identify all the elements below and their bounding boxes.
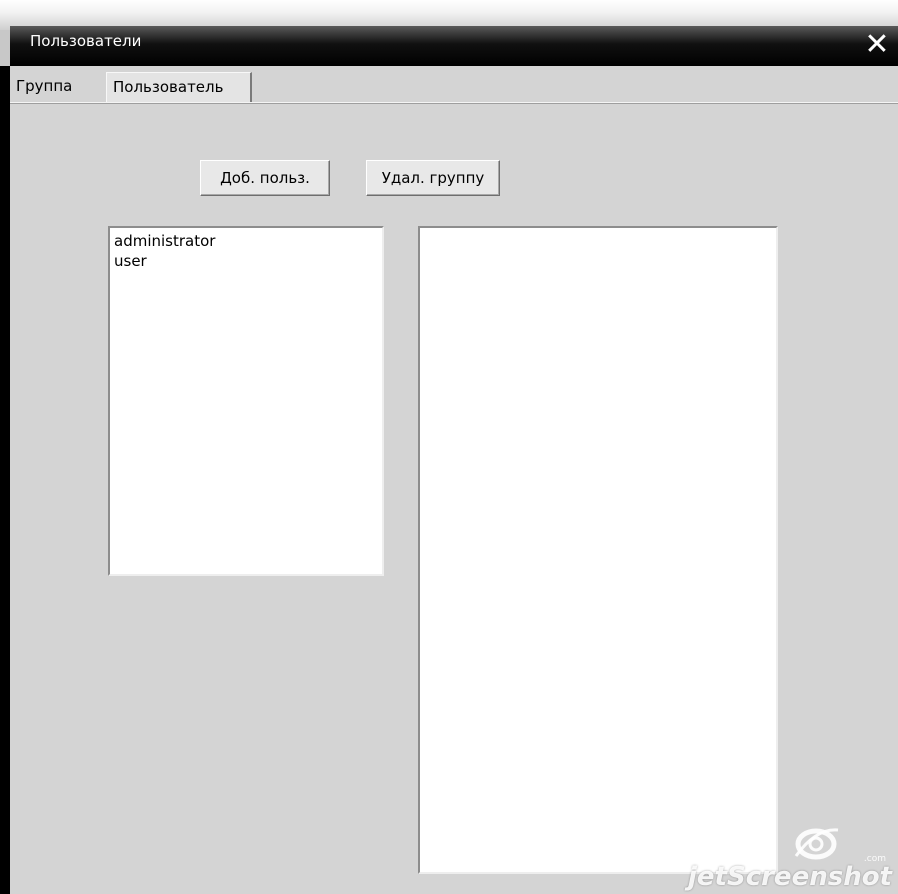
window-title: Пользователи: [30, 32, 142, 50]
groups-listbox[interactable]: administrator user: [108, 226, 384, 576]
title-bar: Пользователи ✕: [10, 26, 898, 66]
tab-strip: Группа Пользователь: [10, 66, 898, 103]
list-item-administrator[interactable]: administrator: [114, 231, 378, 251]
dialog-content: Группа Пользователь Доб. польз. Удал. гр…: [10, 66, 898, 894]
tab-group-label: Группа: [16, 77, 73, 95]
camera-lens-icon: [794, 828, 839, 860]
close-button[interactable]: ✕: [862, 30, 892, 60]
tab-user-label: Пользователь: [113, 78, 224, 96]
watermark-text: jetScreenshot: [688, 862, 892, 892]
watermark: .com jetScreenshot: [688, 812, 892, 892]
tab-user[interactable]: Пользователь: [106, 72, 252, 102]
close-icon: ✕: [864, 27, 890, 62]
delete-group-button[interactable]: Удал. группу: [366, 160, 500, 196]
tab-group[interactable]: Группа: [10, 72, 102, 102]
window-left-edge: [0, 66, 10, 894]
users-listbox[interactable]: [418, 226, 778, 874]
list-item-user[interactable]: user: [114, 251, 378, 271]
add-user-button[interactable]: Доб. польз.: [200, 160, 330, 196]
